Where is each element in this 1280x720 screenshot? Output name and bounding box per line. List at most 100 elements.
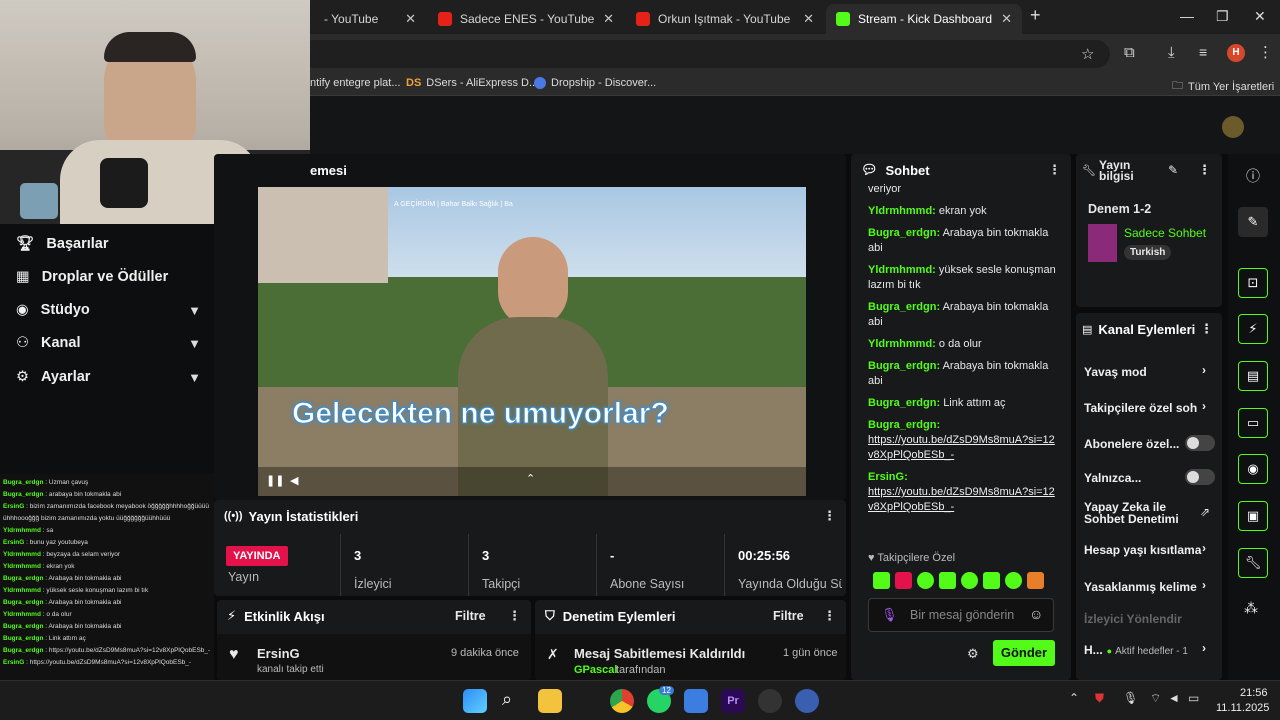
sidebar-item-settings[interactable]: ⚙ Ayarlar ▼	[16, 369, 201, 385]
microphone-icon[interactable]: 🎙︎	[881, 607, 898, 623]
browser-tab-sadece-enes[interactable]: Sadece ENES - YouTube ✕	[428, 4, 624, 34]
info-icon[interactable]: ⓘ	[1246, 166, 1260, 186]
chat-username[interactable]: Bugra_erdgn:	[868, 227, 940, 239]
battery-icon[interactable]: ▭	[1188, 691, 1199, 705]
address-bar[interactable]	[300, 40, 1110, 68]
chevron-up-icon[interactable]: ⌃	[1069, 691, 1079, 705]
emote-icon[interactable]	[917, 572, 934, 589]
all-bookmarks[interactable]: 🗀 Tüm Yer İşaretleri	[1172, 77, 1274, 96]
chat-icon[interactable]: ▭	[1238, 408, 1268, 438]
avatar[interactable]	[1222, 116, 1244, 138]
raid-item[interactable]: İzleyici Yönlendir	[1084, 612, 1214, 626]
clock-time[interactable]: 21:56	[1240, 687, 1268, 699]
chat-link[interactable]: https://youtu.be/dZsD9Ms8muA?si=12v8XpPl…	[868, 485, 1058, 515]
security-icon[interactable]: ⛊	[1095, 691, 1104, 706]
kebab-icon[interactable]: ⋮	[823, 608, 836, 624]
chrome-icon[interactable]	[610, 689, 634, 713]
edit-icon[interactable]: ✎	[1238, 207, 1268, 237]
chat-username[interactable]: Yldrmhmmd:	[868, 205, 936, 217]
apps-icon[interactable]: ⁂	[1244, 600, 1258, 617]
pause-icon[interactable]: ❚❚	[266, 474, 284, 487]
wrench-icon[interactable]: 🔧︎	[1238, 548, 1268, 578]
moderation-filter-button[interactable]: Filtre	[773, 609, 804, 623]
chat-username[interactable]: Bugra_erdgn:	[868, 301, 940, 313]
gear-icon[interactable]: ⚙	[967, 646, 979, 662]
browser-tab-youtube-1[interactable]: - YouTube ✕	[300, 4, 426, 34]
chat-username[interactable]: Yldrmhmmd:	[868, 338, 936, 350]
avatar[interactable]: H	[1227, 44, 1245, 62]
emote-icon[interactable]	[895, 572, 912, 589]
broadcast-icon[interactable]: ◉	[1238, 454, 1268, 484]
emoji-icon[interactable]: ☺	[1029, 606, 1043, 622]
pencil-icon[interactable]: ✎	[1168, 163, 1178, 177]
sidebar-item-studio[interactable]: ◉ Stüdyo ▼	[16, 302, 201, 318]
emote-icon[interactable]	[1027, 572, 1044, 589]
bookmark-item[interactable]: ntify entegre plat...	[310, 77, 401, 89]
kebab-icon[interactable]: ⋮	[508, 608, 521, 624]
chat-username[interactable]: Yldrmhmmd:	[868, 264, 936, 276]
bookmark-item[interactable]: Dropship - Discover...	[534, 77, 656, 89]
search-icon[interactable]: ⌕	[502, 689, 512, 710]
emote-icon[interactable]	[873, 572, 890, 589]
chat-username[interactable]: Bugra_erdgn:	[868, 418, 1058, 433]
volume-icon[interactable]: ◀	[290, 474, 298, 487]
store-icon[interactable]	[684, 689, 708, 713]
new-tab-button[interactable]: +	[1030, 5, 1041, 26]
sidebar-item-drops[interactable]: ▦ Droplar ve Ödüller	[16, 269, 201, 285]
chat-link[interactable]: https://youtu.be/dZsD9Ms8muA?si=12v8XpPl…	[868, 433, 1058, 463]
star-icon[interactable]: ☆	[1081, 45, 1094, 63]
bookmark-item[interactable]: DS DSers - AliExpress D...	[406, 77, 538, 89]
kebab-icon[interactable]: ⋮	[1200, 321, 1213, 337]
microphone-icon[interactable]: 🎙︎	[1123, 691, 1138, 705]
stream-preview[interactable]: A GEÇİRDİM | Bahar Balkı Sağlık | Ba Gel…	[258, 187, 806, 496]
emote-only-toggle[interactable]	[1185, 469, 1215, 485]
external-link-icon[interactable]: ⇗	[1200, 505, 1210, 519]
wifi-icon[interactable]: ⌔	[1150, 691, 1161, 706]
sidebar-item-channel[interactable]: ⚇ Kanal ▼	[16, 335, 201, 351]
app-icon[interactable]	[795, 689, 819, 713]
emote-icon[interactable]	[939, 572, 956, 589]
banned-words-item[interactable]: Yasaklanmış kelime ›	[1084, 578, 1214, 594]
kebab-icon[interactable]: ⋮	[823, 508, 836, 524]
account-age-item[interactable]: Hesap yaşı kısıtlama ›	[1084, 541, 1214, 557]
slow-mode-item[interactable]: Yavaş mod ›	[1084, 363, 1214, 379]
file-explorer-icon[interactable]	[538, 689, 562, 713]
chat-username[interactable]: ErsinG:	[868, 470, 1058, 485]
sidebar-item-achievements[interactable]: 🏆︎ Başarılar	[16, 235, 201, 253]
minimize-button[interactable]: —	[1180, 8, 1194, 24]
maximize-button[interactable]: ❐	[1216, 8, 1229, 25]
browser-tab-kick-dashboard[interactable]: Stream - Kick Dashboard ✕	[826, 4, 1022, 34]
clock-date[interactable]: 11.11.2025	[1216, 702, 1269, 714]
capture-icon[interactable]: ⊡	[1238, 268, 1268, 298]
document-icon[interactable]: ▤	[1238, 361, 1268, 391]
chat-username[interactable]: Bugra_erdgn:	[868, 397, 940, 409]
window-close-button[interactable]: ✕	[1254, 8, 1266, 25]
close-icon[interactable]: ✕	[1001, 11, 1012, 27]
chat-input[interactable]: 🎙︎ Bir mesaj gönderin ☺	[868, 598, 1054, 632]
extensions-icon[interactable]: ⧉	[1124, 44, 1135, 61]
media-icon[interactable]: ≡	[1199, 44, 1207, 60]
premiere-icon[interactable]: Pr	[721, 689, 745, 713]
send-button[interactable]: Gönder	[993, 640, 1055, 666]
subscriber-only-toggle[interactable]	[1185, 435, 1215, 451]
activity-filter-button[interactable]: Filtre	[455, 609, 486, 623]
emote-icon[interactable]	[983, 572, 1000, 589]
close-icon[interactable]: ✕	[603, 11, 614, 27]
goals-item[interactable]: H... ● Aktif hedefler - 1 ›	[1084, 641, 1214, 657]
volume-icon[interactable]: ◄	[1168, 691, 1180, 705]
ai-moderation-item[interactable]: Yapay Zeka ile Sohbet Denetimi	[1084, 501, 1194, 525]
bolt-icon[interactable]: ⚡︎	[1238, 314, 1268, 344]
follower-only-chat-item[interactable]: Takipçilere özel soh ›	[1084, 399, 1214, 415]
close-icon[interactable]: ✕	[803, 11, 814, 27]
close-icon[interactable]: ✕	[405, 11, 416, 27]
emote-icon[interactable]	[1005, 572, 1022, 589]
menu-icon[interactable]: ⋮	[1258, 43, 1273, 61]
browser-tab-orkun[interactable]: Orkun Işıtmak - YouTube ✕	[626, 4, 824, 34]
category-link[interactable]: Sadece Sohbet	[1124, 226, 1206, 240]
layout-icon[interactable]: ▣	[1238, 501, 1268, 531]
kebab-icon[interactable]: ⋮	[1198, 162, 1211, 178]
windows-start-icon[interactable]	[463, 689, 487, 713]
chat-username[interactable]: Bugra_erdgn:	[868, 360, 940, 372]
chevron-up-icon[interactable]: ⌃	[526, 472, 535, 485]
emote-icon[interactable]	[961, 572, 978, 589]
